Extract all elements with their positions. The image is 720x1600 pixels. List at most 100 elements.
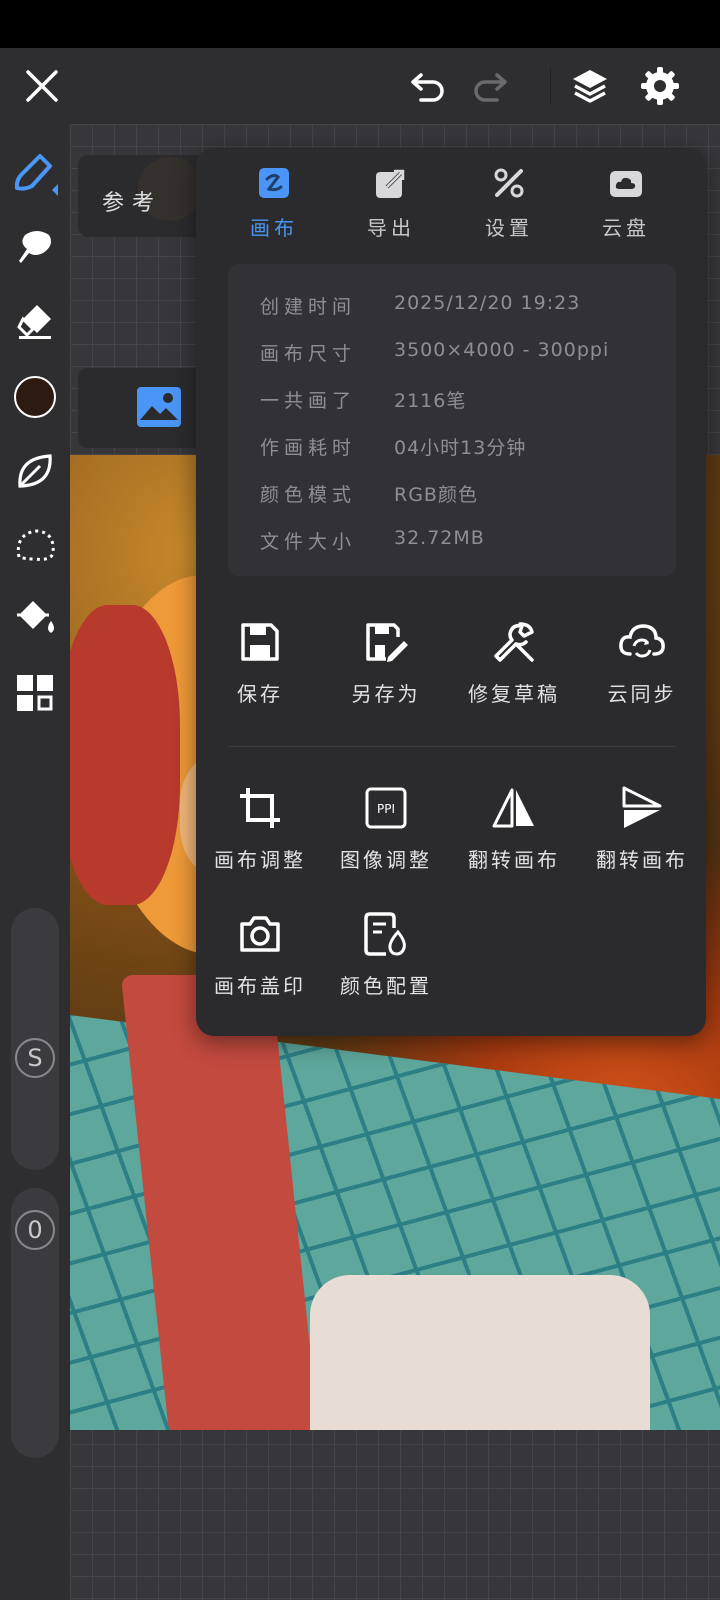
more-tools[interactable] [10, 668, 60, 718]
info-value: 2025/12/20 19:23 [394, 292, 581, 314]
status-bar [0, 0, 720, 48]
svg-text:PPI: PPI [377, 802, 395, 816]
close-button[interactable] [20, 64, 64, 108]
color-profile-label: 颜色配置 [340, 974, 432, 998]
canvas-menu-popover: 画布 导出 设置 云盘 创建时间 2025/12/20 19:23 画布尺寸 3… [196, 148, 706, 1036]
settings-button[interactable] [638, 64, 682, 108]
save-icon [241, 623, 279, 661]
grid-icon [17, 675, 53, 711]
fill-bucket-icon [17, 601, 54, 633]
info-value: 32.72MB [394, 527, 485, 549]
tab-cloud-drive[interactable]: 云盘 [576, 166, 676, 246]
popover-tabs: 画布 导出 设置 云盘 [196, 166, 706, 246]
flip-canvas-vertical-label: 翻转画布 [596, 848, 688, 872]
leaf-icon [18, 454, 52, 488]
smudge-icon [19, 231, 51, 263]
canvas-stamp-label: 画布盖印 [214, 974, 306, 998]
save-as-button[interactable]: 另存为 [322, 618, 450, 718]
save-as-icon [366, 623, 408, 662]
tab-canvas[interactable]: 画布 [224, 166, 324, 246]
flip-canvas-vertical-button[interactable]: 翻转画布 [578, 784, 706, 884]
info-key: 一共画了 [260, 390, 357, 412]
color-profile-icon [364, 912, 406, 956]
info-key: 作画耗时 [260, 437, 357, 459]
canvas-adjust-label: 画布调整 [214, 848, 306, 872]
eraser-tool[interactable] [10, 296, 60, 346]
redo-icon [474, 73, 507, 102]
layers-button[interactable] [568, 64, 612, 108]
lasso-tool[interactable] [10, 520, 60, 570]
reference-image-panel[interactable] [78, 368, 198, 448]
opacity-label: 0 [27, 1216, 43, 1244]
smudge-tool[interactable] [10, 222, 60, 272]
camera-icon [240, 916, 280, 952]
info-row: 创建时间 2025/12/20 19:23 [228, 284, 676, 324]
flip-vertical-icon [622, 786, 662, 828]
brush-size-slider[interactable]: S [11, 908, 59, 1170]
tab-cloud-drive-label: 云盘 [602, 216, 650, 240]
tab-export[interactable]: 导出 [341, 166, 441, 246]
flip-horizontal-icon [492, 788, 534, 828]
crop-icon [240, 788, 280, 828]
section-divider [228, 746, 676, 747]
cloud-sync-label: 云同步 [607, 682, 677, 706]
tools-icon [494, 168, 524, 198]
tab-settings[interactable]: 设置 [459, 166, 559, 246]
tab-settings-label: 设置 [485, 216, 533, 240]
canvas-stamp-button[interactable]: 画布盖印 [196, 910, 324, 1010]
image-adjust-label: 图像调整 [340, 848, 432, 872]
info-key: 文件大小 [260, 531, 357, 553]
redo-button[interactable] [468, 64, 512, 108]
canvas-icon [259, 168, 289, 198]
brush-size-knob[interactable]: S [15, 1038, 55, 1078]
brush-tool[interactable] [10, 148, 60, 198]
flip-canvas-horizontal-label: 翻转画布 [468, 848, 560, 872]
info-value: 04小时13分钟 [394, 437, 527, 459]
fill-tool[interactable] [10, 594, 60, 644]
brush-icon [14, 154, 58, 196]
color-profile-button[interactable]: 颜色配置 [322, 910, 450, 1010]
leaf-tool[interactable] [10, 446, 60, 496]
info-row: 颜色模式 RGB颜色 [228, 472, 676, 512]
app-root: S 0 参考 画布 导出 设置 云盘 创建时间 2025/12/20 19:23… [0, 0, 720, 1600]
artwork-shirt [310, 1275, 650, 1430]
brush-size-label: S [27, 1044, 43, 1072]
wrench-icon [494, 622, 534, 662]
canvas-info-box: 创建时间 2025/12/20 19:23 画布尺寸 3500×4000 - 3… [228, 264, 676, 576]
info-key: 画布尺寸 [260, 343, 357, 365]
color-picker[interactable] [10, 372, 60, 422]
info-row: 画布尺寸 3500×4000 - 300ppi [228, 331, 676, 371]
opacity-slider[interactable]: 0 [11, 1188, 59, 1458]
cloud-drive-icon [610, 171, 642, 197]
undo-button[interactable] [406, 64, 450, 108]
ppi-icon: PPI [365, 787, 407, 829]
reference-label: 参考 [102, 191, 163, 216]
settings-icon [641, 67, 679, 105]
info-value: 2116笔 [394, 390, 467, 412]
info-row: 文件大小 32.72MB [228, 519, 676, 559]
layers-icon [573, 70, 607, 103]
repair-draft-label: 修复草稿 [468, 682, 560, 706]
cloud-sync-button[interactable]: 云同步 [578, 618, 706, 718]
lasso-icon [16, 529, 55, 561]
top-bar [0, 48, 720, 124]
info-value: RGB颜色 [394, 484, 478, 506]
info-row: 一共画了 2116笔 [228, 378, 676, 418]
reference-panel[interactable]: 参考 [78, 155, 202, 237]
toolbar-divider [550, 68, 551, 104]
left-toolbar: S 0 [0, 124, 70, 1600]
eraser-icon [17, 305, 51, 339]
canvas-adjust-button[interactable]: 画布调整 [196, 784, 324, 884]
info-row: 作画耗时 04小时13分钟 [228, 425, 676, 465]
flip-canvas-horizontal-button[interactable]: 翻转画布 [450, 784, 578, 884]
export-icon [376, 168, 406, 198]
tab-export-label: 导出 [367, 216, 415, 240]
opacity-knob[interactable]: 0 [15, 1210, 55, 1250]
cloud-sync-icon [619, 624, 665, 658]
undo-icon [411, 73, 444, 102]
image-adjust-button[interactable]: PPI 图像调整 [322, 784, 450, 884]
repair-draft-button[interactable]: 修复草稿 [450, 618, 578, 718]
info-key: 创建时间 [260, 296, 357, 318]
current-color-swatch [14, 376, 56, 418]
save-button[interactable]: 保存 [196, 618, 324, 718]
